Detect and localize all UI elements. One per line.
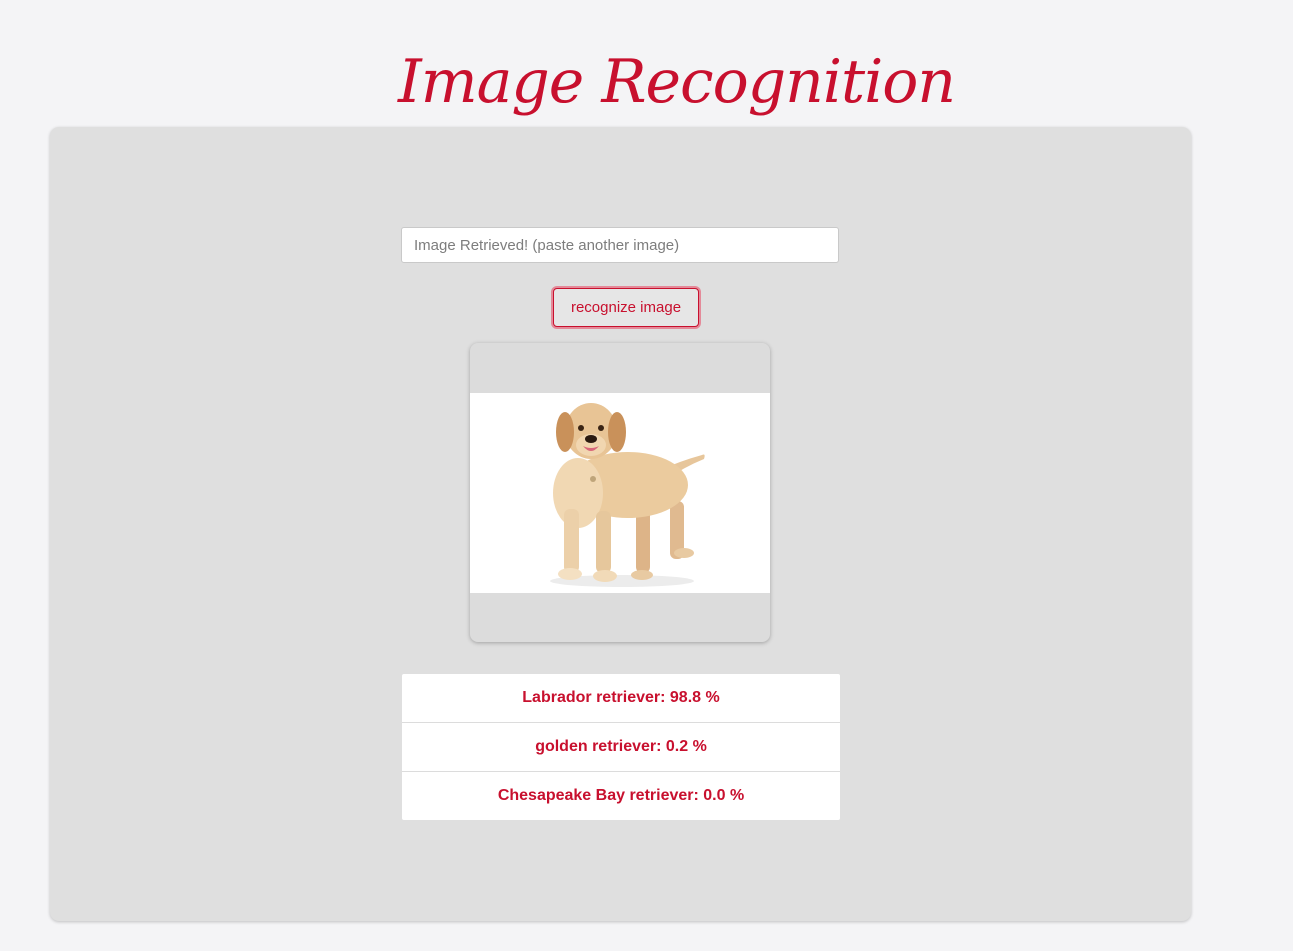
page-title: Image Recognition bbox=[398, 47, 956, 117]
image-url-input[interactable] bbox=[401, 227, 839, 263]
image-preview-card bbox=[470, 343, 770, 642]
recognize-image-button[interactable]: recognize image bbox=[553, 288, 699, 327]
recognition-panel: recognize image bbox=[50, 127, 1191, 921]
dog-photo bbox=[550, 403, 705, 587]
prediction-row: golden retriever: 0.2 % bbox=[402, 722, 840, 771]
image-preview bbox=[470, 393, 770, 593]
prediction-row: Labrador retriever: 98.8 % bbox=[522, 689, 720, 706]
prediction-list: Labrador retriever: 98.8 % golden retrie… bbox=[402, 674, 840, 820]
prediction-row: Chesapeake Bay retriever: 0.0 % bbox=[402, 771, 840, 820]
